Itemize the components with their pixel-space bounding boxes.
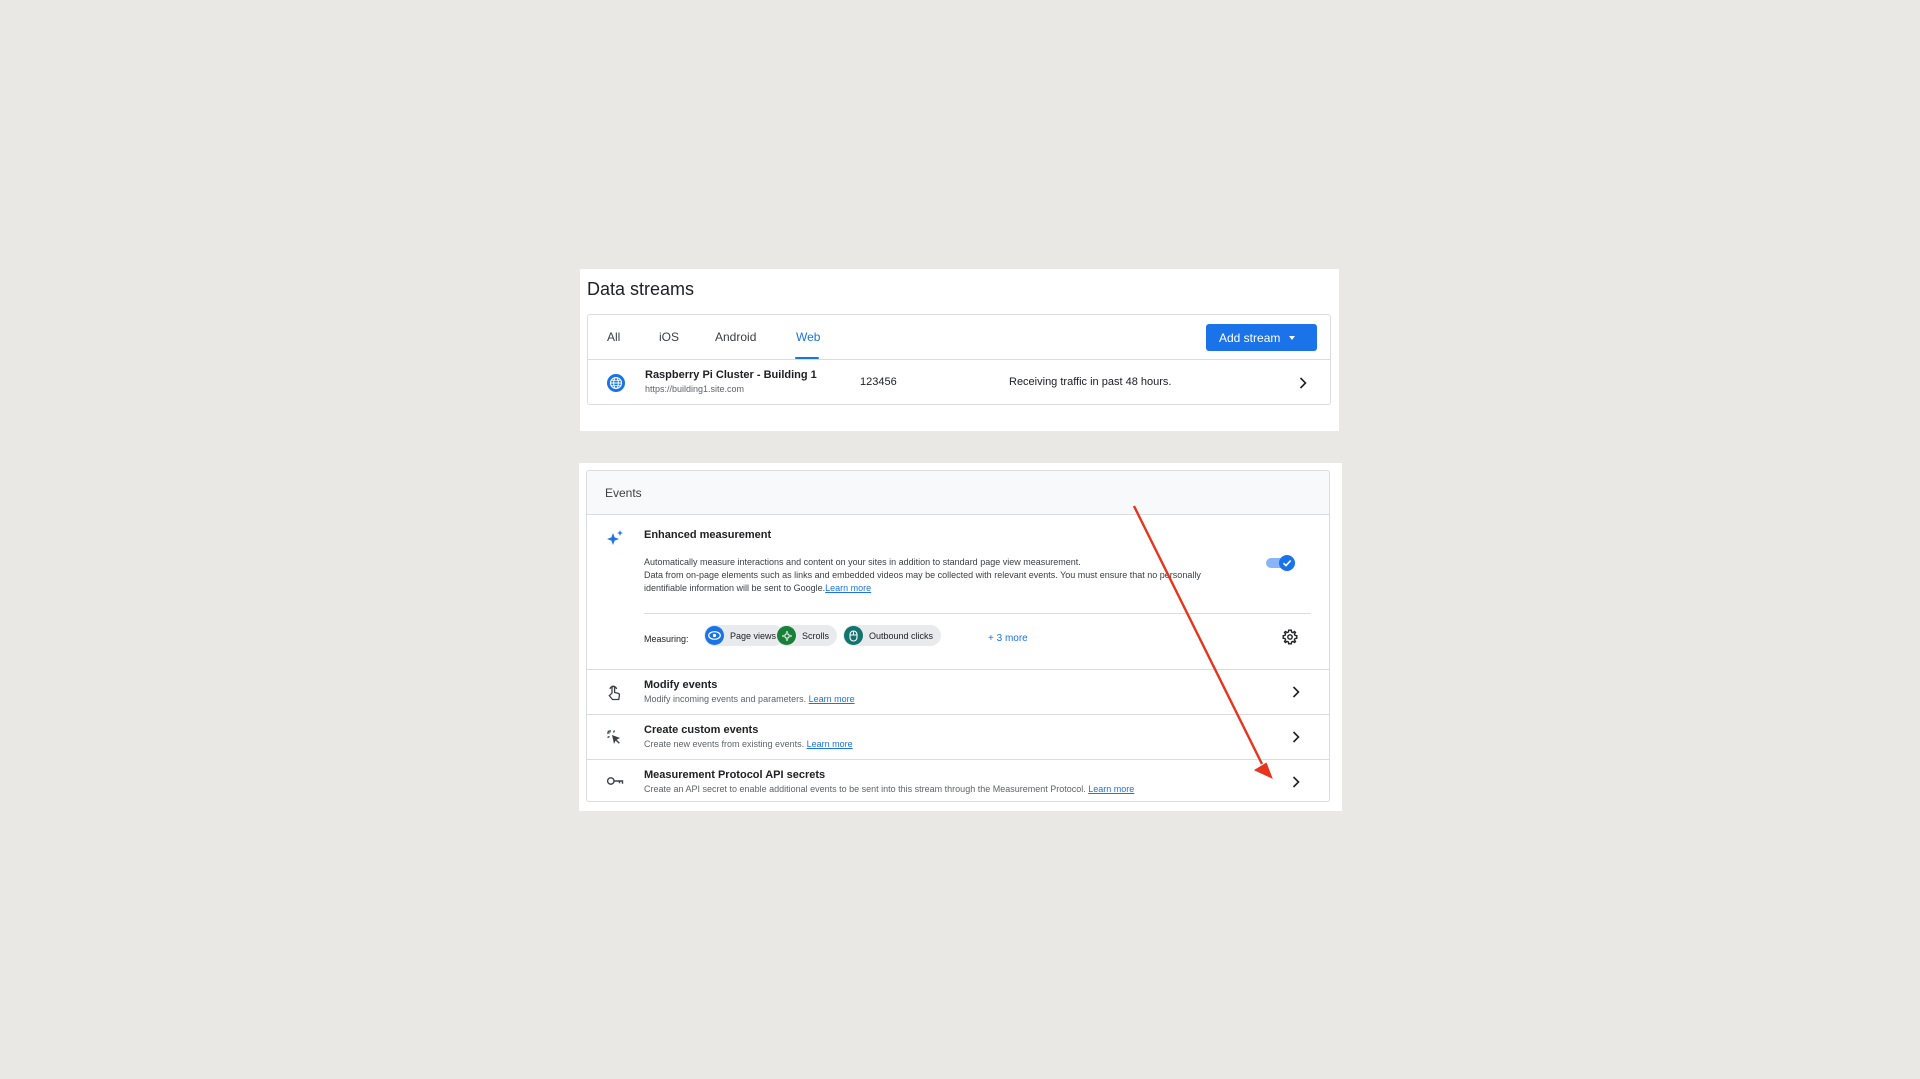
modify-events-row[interactable]: Modify events Modify incoming events and…: [587, 670, 1329, 715]
more-measurements-link[interactable]: + 3 more: [988, 633, 1028, 644]
learn-more-link[interactable]: Learn more: [825, 583, 871, 593]
stream-row[interactable]: Raspberry Pi Cluster - Building 1 https:…: [588, 360, 1330, 405]
events-title: Events: [605, 486, 642, 500]
tab-ios[interactable]: iOS: [659, 330, 679, 344]
row-description: Create new events from existing events. …: [644, 739, 853, 749]
chevron-right-icon: [1292, 686, 1300, 698]
chevron-right-icon: [1299, 377, 1307, 389]
enhanced-measurement-title: Enhanced measurement: [644, 529, 772, 541]
stream-status: Receiving traffic in past 48 hours.: [1009, 376, 1172, 388]
sparkle-icon: [607, 530, 623, 545]
row-desc-text: Create an API secret to enable additiona…: [644, 784, 1086, 794]
stream-name: Raspberry Pi Cluster - Building 1: [645, 369, 817, 381]
chip-outbound-clicks[interactable]: Outbound clicks: [843, 625, 942, 646]
enhanced-measurement-description: Automatically measure interactions and c…: [644, 556, 1224, 595]
tab-web[interactable]: Web: [796, 330, 820, 344]
row-title: Create custom events: [644, 724, 759, 736]
globe-icon: [607, 374, 625, 392]
chip-label: Scrolls: [802, 630, 830, 641]
dropdown-caret-icon: [1289, 335, 1296, 340]
section-divider: [644, 613, 1311, 614]
create-custom-events-row[interactable]: Create custom events Create new events f…: [587, 715, 1329, 760]
description-line-2: Data from on-page elements such as links…: [644, 570, 1201, 593]
chip-scrolls[interactable]: Scrolls: [776, 625, 838, 646]
data-streams-card: All iOS Android Web Add stream Raspberry…: [587, 314, 1331, 405]
learn-more-link[interactable]: Learn more: [1088, 784, 1134, 794]
measurement-protocol-api-secrets-row[interactable]: Measurement Protocol API secrets Create …: [587, 760, 1329, 801]
tab-all[interactable]: All: [607, 330, 620, 344]
data-streams-panel: Data streams All iOS Android Web Add str…: [580, 269, 1339, 431]
scroll-icon: [777, 626, 796, 645]
chip-page-views[interactable]: Page views: [704, 625, 785, 646]
enhanced-measurement-section: Enhanced measurement Automatically measu…: [587, 515, 1329, 670]
chip-label: Outbound clicks: [869, 630, 934, 641]
events-header: Events: [587, 471, 1329, 515]
events-card: Events Enhanced measurement Automaticall…: [586, 470, 1330, 802]
touch-icon: [608, 685, 621, 701]
row-description: Create an API secret to enable additiona…: [644, 784, 1134, 794]
stream-id: 123456: [860, 376, 897, 388]
learn-more-link[interactable]: Learn more: [807, 739, 853, 749]
row-title: Measurement Protocol API secrets: [644, 769, 826, 781]
chevron-right-icon: [1292, 776, 1300, 788]
chip-label: Page views: [730, 630, 777, 641]
tab-android[interactable]: Android: [715, 330, 756, 344]
row-title: Modify events: [644, 679, 718, 691]
description-line-1: Automatically measure interactions and c…: [644, 557, 1081, 567]
chevron-right-icon: [1292, 731, 1300, 743]
events-panel: Events Enhanced measurement Automaticall…: [579, 463, 1342, 811]
add-stream-button[interactable]: Add stream: [1206, 324, 1317, 351]
row-desc-text: Modify incoming events and parameters.: [644, 694, 807, 704]
gear-icon[interactable]: [1282, 629, 1298, 645]
mouse-icon: [844, 626, 863, 645]
check-icon: [1282, 559, 1292, 567]
enhanced-measurement-toggle[interactable]: [1266, 555, 1296, 571]
key-icon: [606, 777, 624, 785]
data-streams-title: Data streams: [587, 279, 695, 299]
learn-more-link[interactable]: Learn more: [809, 694, 855, 704]
measuring-label: Measuring:: [644, 634, 689, 644]
sparkle-click-icon: [607, 730, 620, 744]
eye-icon: [705, 626, 724, 645]
toggle-knob: [1279, 555, 1295, 571]
stream-url: https://building1.site.com: [645, 384, 745, 394]
row-desc-text: Create new events from existing events.: [644, 739, 805, 749]
row-description: Modify incoming events and parameters. L…: [644, 694, 855, 704]
add-stream-label: Add stream: [1219, 330, 1281, 345]
